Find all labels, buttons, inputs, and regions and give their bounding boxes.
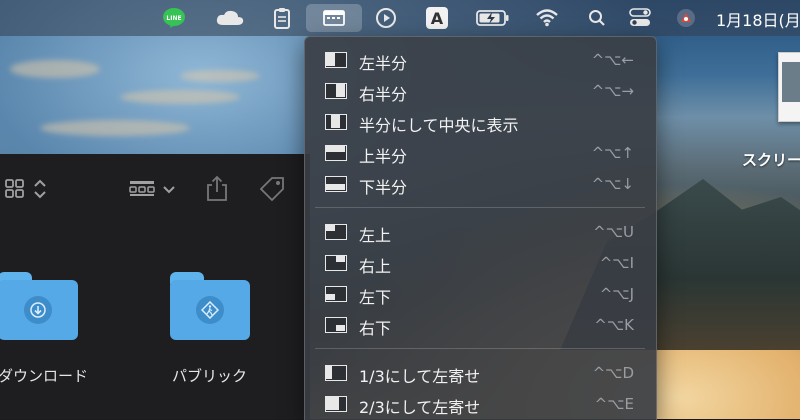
menu-item-label: 半分にして中央に表示 [359, 116, 519, 135]
svg-text:LINE: LINE [166, 15, 181, 22]
bottom-half-icon [325, 176, 347, 192]
chevron-down-icon[interactable] [162, 178, 176, 205]
left-half-icon [325, 52, 347, 68]
folder-label: パブリック [172, 367, 248, 385]
bottom-right-icon [325, 317, 347, 333]
menu-item-shortcut: ^⌥D [592, 364, 634, 382]
menu-item-bottom-half[interactable]: 下半分 ^⌥↓ [305, 169, 656, 199]
menu-item-bottom-left[interactable]: 左下 ^⌥J [305, 279, 656, 309]
menu-item-top-left[interactable]: 左上 ^⌥U [305, 217, 656, 247]
cloud-icon[interactable] [212, 0, 248, 36]
icon-view-icon[interactable] [4, 178, 26, 205]
first-third-icon [325, 365, 347, 381]
folder-downloads[interactable] [0, 272, 78, 340]
top-left-icon [325, 224, 347, 240]
menu-item-shortcut: ^⌥U [593, 223, 634, 241]
menu-item-label: 1/3にして左寄せ [359, 367, 481, 386]
menu-item-shortcut: ^⌥↓ [591, 175, 634, 193]
search-icon[interactable] [584, 0, 610, 36]
wifi-icon[interactable] [532, 0, 562, 36]
play-circle-icon[interactable] [372, 0, 400, 36]
menu-item-label: 左上 [359, 226, 392, 245]
menu-separator [315, 348, 645, 349]
menu-separator [315, 207, 645, 208]
finder-toolbar [0, 154, 310, 226]
download-icon [24, 296, 52, 324]
menu-item-label: 下半分 [359, 178, 408, 197]
pedestrian-icon [196, 296, 224, 324]
menu-item-label: 右半分 [359, 85, 408, 104]
desktop-item-label: スクリー [742, 151, 800, 169]
share-icon[interactable] [206, 174, 228, 207]
menu-item-shortcut: ^⌥J [599, 285, 634, 303]
input-method-icon[interactable]: A [424, 0, 450, 36]
folder-label: ダウンロード [0, 367, 89, 385]
tag-icon[interactable] [258, 176, 286, 207]
control-center-icon[interactable] [626, 0, 654, 36]
menu-item-top-half[interactable]: 上半分 ^⌥↑ [305, 138, 656, 168]
menu-item-label: 右上 [359, 257, 392, 276]
menu-item-label: 左下 [359, 288, 392, 307]
line-icon[interactable]: LINE [160, 0, 188, 36]
window-tiling-icon[interactable] [306, 4, 362, 32]
top-half-icon [325, 145, 347, 161]
group-by-icon[interactable] [128, 178, 158, 205]
menu-item-bottom-right[interactable]: 右下 ^⌥K [305, 310, 656, 340]
menu-item-right-half[interactable]: 右半分 ^⌥→ [305, 76, 656, 106]
finder-window: ダウンロード パブリック [0, 154, 310, 419]
input-method-label: A [426, 7, 448, 29]
menu-item-label: 右下 [359, 319, 392, 338]
menu-item-shortcut: ^⌥E [594, 395, 634, 413]
menu-item-shortcut: ^⌥↑ [591, 144, 634, 162]
chevron-updown-icon[interactable] [32, 178, 48, 205]
battery-charging-icon[interactable] [474, 0, 512, 36]
folder-public[interactable] [170, 272, 250, 340]
app-icon[interactable] [672, 0, 700, 36]
menu-item-center-half[interactable]: 半分にして中央に表示 [305, 107, 656, 137]
menu-item-top-right[interactable]: 右上 ^⌥I [305, 248, 656, 278]
menu-item-shortcut: ^⌥← [591, 51, 634, 69]
menu-item-shortcut: ^⌥I [599, 254, 634, 272]
desktop-screenshot-thumbnail[interactable] [778, 52, 800, 122]
window-tiling-menu: 左半分 ^⌥← 右半分 ^⌥→ 半分にして中央に表示 上半分 ^⌥↑ 下半分 ^… [304, 36, 657, 420]
center-half-icon [325, 114, 347, 130]
menu-item-first-two-thirds[interactable]: 2/3にして左寄せ ^⌥E [305, 389, 656, 419]
menu-bar: LINE A 1月18日(月 [0, 0, 800, 36]
menu-item-shortcut: ^⌥K [594, 316, 634, 334]
clipboard-icon[interactable] [268, 0, 296, 36]
menu-item-first-third[interactable]: 1/3にして左寄せ ^⌥D [305, 358, 656, 388]
menu-item-label: 上半分 [359, 147, 408, 166]
menu-item-left-half[interactable]: 左半分 ^⌥← [305, 45, 656, 75]
menu-item-label: 左半分 [359, 54, 408, 73]
first-two-thirds-icon [325, 396, 347, 412]
right-half-icon [325, 83, 347, 99]
menu-item-label: 2/3にして左寄せ [359, 398, 481, 417]
bottom-left-icon [325, 286, 347, 302]
menu-bar-clock[interactable]: 1月18日(月 [716, 7, 800, 31]
top-right-icon [325, 255, 347, 271]
menu-item-shortcut: ^⌥→ [591, 82, 634, 100]
